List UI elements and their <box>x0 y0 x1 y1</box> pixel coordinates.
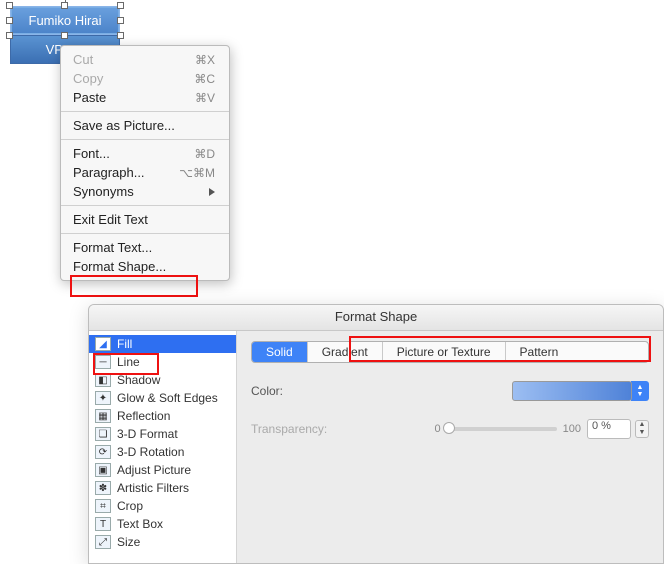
menu-separator <box>61 233 229 234</box>
sidebar-item-label: 3-D Rotation <box>117 445 184 459</box>
sidebar-item-label: Crop <box>117 499 143 513</box>
format-shape-dialog: Format Shape ◢ Fill ─ Line ◧ Shadow ✦ Gl… <box>88 304 664 564</box>
menu-separator <box>61 139 229 140</box>
crop-icon: ⌗ <box>95 499 111 513</box>
resize-handle-tl[interactable] <box>6 2 13 9</box>
sidebar-item-fill[interactable]: ◢ Fill <box>89 335 236 353</box>
menu-format-text[interactable]: Format Text... <box>61 238 229 257</box>
transparency-slider[interactable] <box>447 427 557 431</box>
sidebar-item-reflection[interactable]: ▦ Reflection <box>89 407 236 425</box>
menu-copy-shortcut: ⌘C <box>194 72 215 86</box>
transparency-label: Transparency: <box>251 422 371 436</box>
sidebar-item-label: Adjust Picture <box>117 463 191 477</box>
menu-format-text-label: Format Text... <box>73 240 152 255</box>
sidebar-item-artistic-filters[interactable]: ✽ Artistic Filters <box>89 479 236 497</box>
filter-icon: ✽ <box>95 481 111 495</box>
sidebar-item-size[interactable]: ⤢ Size <box>89 533 236 551</box>
cube-icon: ❏ <box>95 427 111 441</box>
menu-cut-label: Cut <box>73 52 93 67</box>
sidebar-item-line[interactable]: ─ Line <box>89 353 236 371</box>
menu-paste-shortcut: ⌘V <box>195 91 215 105</box>
resize-handle-tr[interactable] <box>117 2 124 9</box>
menu-paragraph[interactable]: Paragraph... ⌥⌘M <box>61 163 229 182</box>
color-well[interactable] <box>512 381 632 401</box>
sidebar-item-label: Text Box <box>117 517 163 531</box>
menu-save-as-picture[interactable]: Save as Picture... <box>61 116 229 135</box>
transparency-stepper[interactable]: ▲▼ <box>635 420 649 438</box>
menu-cut-shortcut: ⌘X <box>195 53 215 67</box>
dialog-sidebar: ◢ Fill ─ Line ◧ Shadow ✦ Glow & Soft Edg… <box>89 331 237 563</box>
menu-format-shape-label: Format Shape... <box>73 259 166 274</box>
picture-icon: ▣ <box>95 463 111 477</box>
resize-handle-tm[interactable] <box>61 2 68 9</box>
menu-copy-label: Copy <box>73 71 103 86</box>
sidebar-item-adjust-picture[interactable]: ▣ Adjust Picture <box>89 461 236 479</box>
transparency-min: 0 <box>435 423 441 435</box>
dialog-pane: Solid Gradient Picture or Texture Patter… <box>237 331 663 563</box>
sidebar-item-label: Artistic Filters <box>117 481 189 495</box>
menu-font-label: Font... <box>73 146 110 161</box>
sidebar-item-label: Reflection <box>117 409 170 423</box>
sidebar-item-text-box[interactable]: T Text Box <box>89 515 236 533</box>
menu-separator <box>61 111 229 112</box>
color-label: Color: <box>251 384 371 398</box>
shadow-icon: ◧ <box>95 373 111 387</box>
resize-handle-mr[interactable] <box>117 17 124 24</box>
sidebar-item-label: Line <box>117 355 140 369</box>
menu-synonyms[interactable]: Synonyms <box>61 182 229 201</box>
sidebar-item-shadow[interactable]: ◧ Shadow <box>89 371 236 389</box>
sidebar-item-glow[interactable]: ✦ Glow & Soft Edges <box>89 389 236 407</box>
menu-font-shortcut: ⌘D <box>194 147 215 161</box>
sidebar-item-3d-format[interactable]: ❏ 3-D Format <box>89 425 236 443</box>
menu-paragraph-shortcut: ⌥⌘M <box>179 166 215 180</box>
shape-title[interactable]: Fumiko Hirai <box>10 6 120 35</box>
color-stepper[interactable]: ▲▼ <box>631 381 649 401</box>
transparency-value[interactable]: 0 % <box>587 419 631 439</box>
slider-knob[interactable] <box>443 422 455 434</box>
submenu-arrow-icon <box>209 188 215 196</box>
sidebar-item-label: Fill <box>117 337 132 351</box>
sidebar-item-label: 3-D Format <box>117 427 178 441</box>
menu-separator <box>61 205 229 206</box>
fill-type-tabs: Solid Gradient Picture or Texture Patter… <box>251 341 649 363</box>
menu-font[interactable]: Font... ⌘D <box>61 144 229 163</box>
sidebar-item-label: Size <box>117 535 140 549</box>
menu-format-shape[interactable]: Format Shape... <box>61 257 229 276</box>
resize-handle-br[interactable] <box>117 32 124 39</box>
tab-solid[interactable]: Solid <box>252 342 308 362</box>
menu-synonyms-label: Synonyms <box>73 184 134 199</box>
menu-paragraph-label: Paragraph... <box>73 165 145 180</box>
context-menu: Cut ⌘X Copy ⌘C Paste ⌘V Save as Picture.… <box>60 45 230 281</box>
rotate-3d-icon: ⟳ <box>95 445 111 459</box>
menu-paste-label: Paste <box>73 90 106 105</box>
transparency-max: 100 <box>563 423 581 435</box>
reflection-icon: ▦ <box>95 409 111 423</box>
menu-exit-edit-text-label: Exit Edit Text <box>73 212 148 227</box>
menu-exit-edit-text[interactable]: Exit Edit Text <box>61 210 229 229</box>
dialog-title: Format Shape <box>89 305 663 331</box>
menu-cut: Cut ⌘X <box>61 50 229 69</box>
tab-pattern[interactable]: Pattern <box>506 342 573 362</box>
tab-gradient[interactable]: Gradient <box>308 342 383 362</box>
tab-picture-texture[interactable]: Picture or Texture <box>383 342 506 362</box>
resize-handle-bl[interactable] <box>6 32 13 39</box>
sidebar-item-3d-rotation[interactable]: ⟳ 3-D Rotation <box>89 443 236 461</box>
menu-paste[interactable]: Paste ⌘V <box>61 88 229 107</box>
resize-handle-ml[interactable] <box>6 17 13 24</box>
paint-bucket-icon: ◢ <box>95 337 111 351</box>
sidebar-item-crop[interactable]: ⌗ Crop <box>89 497 236 515</box>
menu-copy: Copy ⌘C <box>61 69 229 88</box>
menu-save-as-picture-label: Save as Picture... <box>73 118 175 133</box>
sidebar-item-label: Shadow <box>117 373 160 387</box>
text-box-icon: T <box>95 517 111 531</box>
line-icon: ─ <box>95 355 111 369</box>
sidebar-item-label: Glow & Soft Edges <box>117 391 218 405</box>
glow-icon: ✦ <box>95 391 111 405</box>
resize-handle-bm[interactable] <box>61 32 68 39</box>
size-icon: ⤢ <box>95 535 111 549</box>
